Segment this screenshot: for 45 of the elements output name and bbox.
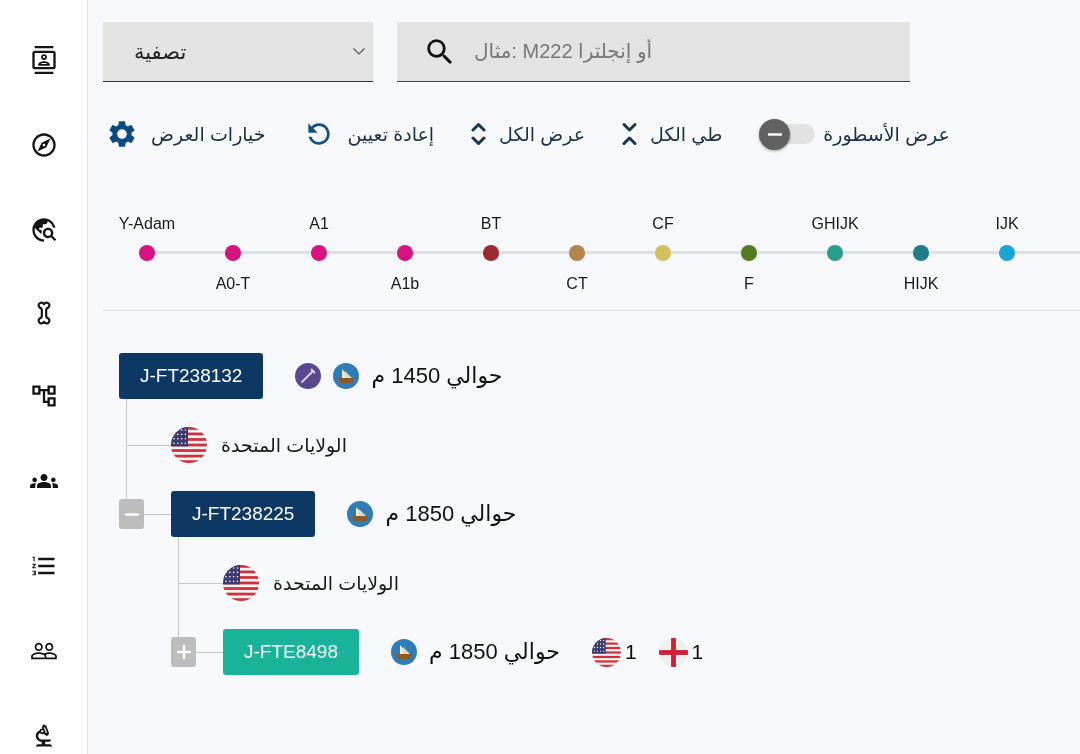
date-text: حوالي 1850 م [385, 501, 517, 527]
ship-badge-icon [333, 363, 360, 389]
display-options-button[interactable]: خيارات العرض [106, 118, 266, 150]
us-flag-icon [223, 565, 259, 601]
date-text: حوالي 1850 م [429, 639, 560, 665]
filter-select[interactable]: تصفية [103, 22, 373, 82]
date-text: حوالي 1450 م [371, 363, 503, 389]
country-name: الولايات المتحدة [221, 433, 347, 457]
timeline-label: GHIJK [811, 214, 859, 234]
contact-card-icon[interactable] [29, 46, 58, 74]
legend-switch[interactable] [759, 118, 816, 150]
bone-icon[interactable] [35, 301, 52, 325]
us-flag-icon [591, 637, 621, 667]
ship-badge-icon [347, 501, 374, 527]
needle-badge-icon [295, 363, 322, 389]
plus-icon [176, 645, 191, 659]
timeline-label: CT [566, 274, 588, 294]
globe-search-icon[interactable] [29, 216, 58, 244]
chevrons-up-down-icon [471, 122, 487, 146]
timeline-label: A1 [309, 214, 329, 234]
compass-icon[interactable] [29, 131, 58, 159]
switch-label: عرض الأسطورة [823, 122, 950, 146]
reset-button[interactable]: إعادة تعيين [302, 118, 435, 150]
ship-badge-icon [391, 639, 417, 665]
chevrons-inward-icon [622, 122, 638, 146]
timeline-label: F [744, 274, 754, 294]
chevron-down-icon [353, 48, 365, 55]
us-flag-icon [171, 427, 207, 463]
collapse-all-button[interactable]: طي الكل [622, 122, 723, 146]
minus-icon [124, 512, 139, 516]
timeline-label: IJK [995, 214, 1019, 234]
country-name: الولايات المتحدة [273, 571, 399, 595]
timeline-label: CF [652, 214, 674, 234]
timeline-label: A1b [390, 274, 420, 294]
expand-all-button[interactable]: عرض الكل [471, 122, 586, 146]
timeline-label: Y-Adam [118, 214, 176, 234]
timeline-label: HIJK [903, 274, 939, 294]
timeline-label: A0-T [215, 274, 251, 294]
count-text: 1 [624, 640, 637, 664]
minus-icon [767, 132, 782, 136]
branch-node[interactable]: J-FT238225 [171, 491, 316, 537]
branch-node[interactable]: J-FT238132 [119, 353, 264, 399]
count-text: 1 [691, 640, 704, 664]
england-flag-icon [658, 637, 688, 667]
timeline-label: BT [480, 214, 502, 234]
